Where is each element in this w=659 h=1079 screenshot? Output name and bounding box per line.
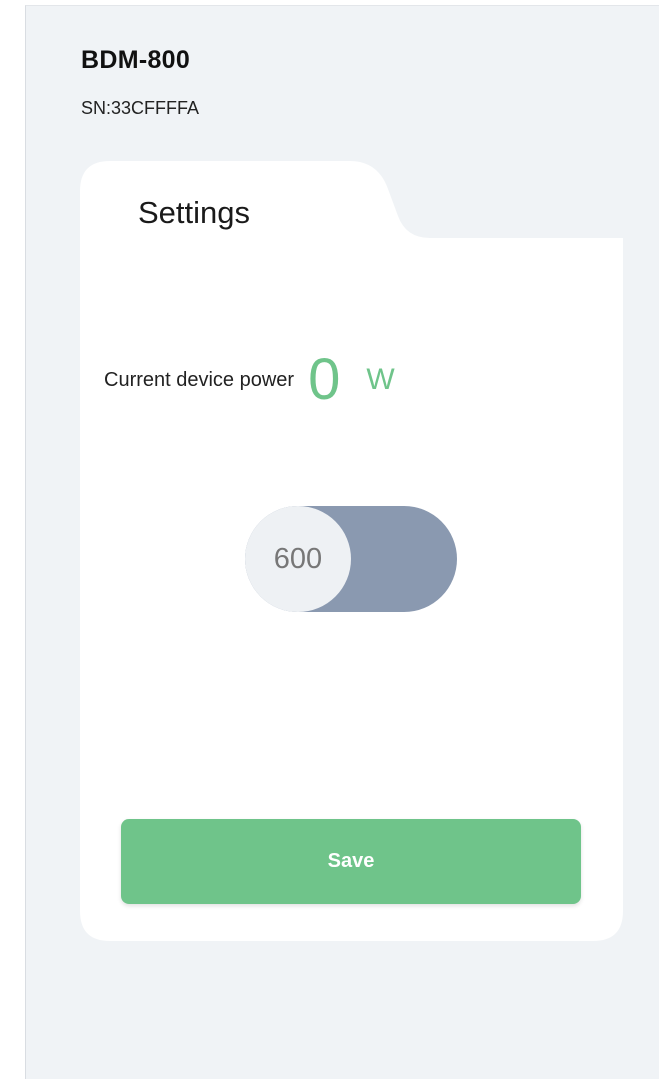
toggle-knob[interactable]: 600	[245, 506, 351, 612]
power-limit-toggle[interactable]: 600	[245, 506, 457, 612]
current-power-row: Current device power 0 W	[104, 351, 395, 409]
app-screen: BDM-800 SN:33CFFFFA Settings Current dev…	[25, 5, 659, 1079]
device-serial: SN:33CFFFFA	[81, 98, 200, 118]
device-name: BDM-800	[81, 46, 191, 74]
power-unit: W	[366, 363, 395, 396]
power-label: Current device power	[104, 368, 295, 391]
settings-card: Settings Current device power 0 W 600 Sa…	[80, 161, 623, 941]
power-value: 0	[308, 347, 341, 412]
tab-settings[interactable]: Settings	[138, 195, 250, 231]
save-button[interactable]: Save	[121, 819, 581, 904]
